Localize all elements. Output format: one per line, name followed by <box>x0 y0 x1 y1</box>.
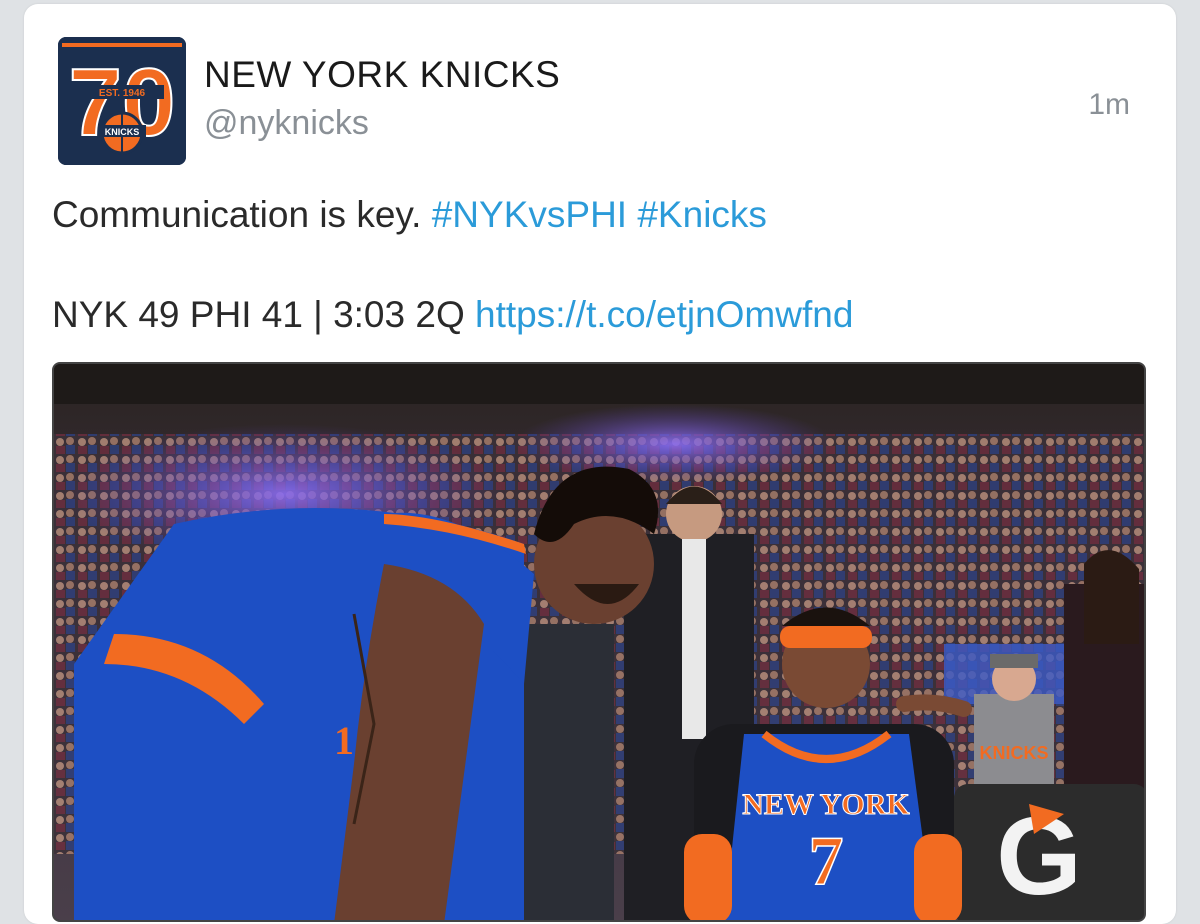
svg-text:NEW YORK: NEW YORK <box>742 788 910 821</box>
svg-text:1: 1 <box>334 718 354 763</box>
hashtag-link[interactable]: #Knicks <box>637 194 767 235</box>
basketball-photo: KNICKS G NEW YORK 7 1 <box>54 364 1144 920</box>
tweet-text-line-2: NYK 49 PHI 41 | 3:03 2Q https://t.co/etj… <box>52 294 853 336</box>
author-handle[interactable]: @nyknicks <box>204 104 369 143</box>
profile-avatar[interactable]: 70 EST. 1946 KNICKS <box>58 37 186 165</box>
svg-text:KNICKS: KNICKS <box>979 743 1048 763</box>
tweet-text: Communication is key. <box>52 194 422 235</box>
svg-text:KNICKS: KNICKS <box>105 127 140 137</box>
score-text: NYK 49 PHI 41 | 3:03 2Q <box>52 294 465 335</box>
tweet-card[interactable]: 70 EST. 1946 KNICKS NEW YORK KNICKS @nyk… <box>24 4 1176 924</box>
svg-text:EST. 1946: EST. 1946 <box>99 88 146 99</box>
tweet-photo[interactable]: KNICKS G NEW YORK 7 1 <box>52 362 1146 922</box>
hashtag-link[interactable]: #NYKvsPHI <box>432 194 627 235</box>
tweet-text-line-1: Communication is key. #NYKvsPHI #Knicks <box>52 194 767 236</box>
tweet-timestamp: 1m <box>1088 88 1130 121</box>
author-display-name[interactable]: NEW YORK KNICKS <box>204 54 560 96</box>
tweet-url-link[interactable]: https://t.co/etjnOmwfnd <box>475 294 853 335</box>
knicks-70th-logo-icon: 70 EST. 1946 KNICKS <box>58 37 186 165</box>
svg-text:7: 7 <box>809 823 844 900</box>
